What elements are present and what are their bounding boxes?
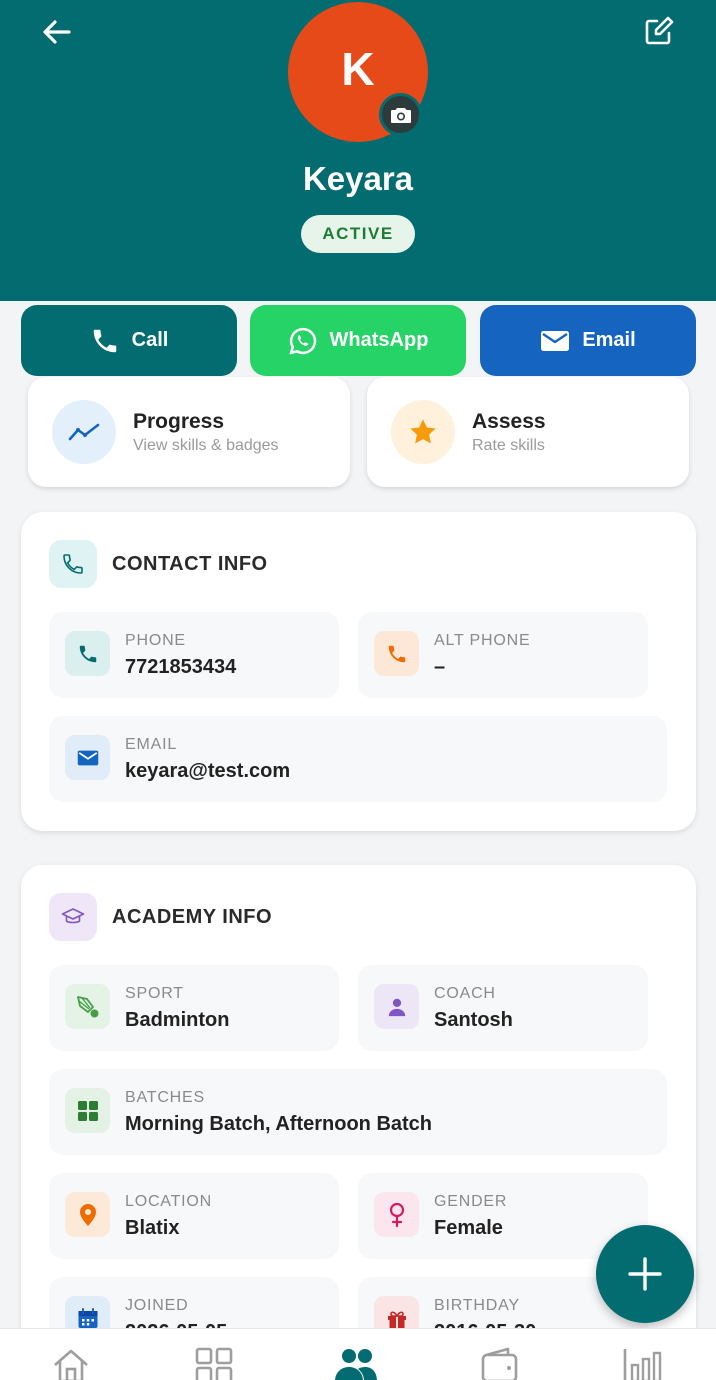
wallet-icon: [481, 1347, 518, 1380]
phone-tile[interactable]: PHONE 7721853434: [49, 612, 339, 698]
call-button-label: Call: [131, 329, 169, 351]
progress-card-subtitle: View skills & badges: [133, 437, 279, 454]
person-icon: [374, 984, 419, 1029]
student-name: Keyara: [302, 160, 414, 197]
star-icon: [391, 400, 455, 464]
phone-outline-icon: [49, 540, 97, 588]
camera-icon: [390, 107, 411, 123]
nav-students[interactable]: [333, 1347, 379, 1380]
academy-info-title: ACADEMY INFO: [112, 906, 273, 928]
progress-card-title: Progress: [133, 410, 225, 433]
bottom-nav: [0, 1328, 716, 1380]
contact-info-title: CONTACT INFO: [112, 553, 268, 575]
plus-icon: [628, 1257, 662, 1291]
back-button[interactable]: [36, 12, 78, 52]
trend-icon: [52, 400, 116, 464]
whatsapp-icon: [288, 327, 316, 355]
status-badge: ACTIVE: [301, 215, 415, 253]
alt-phone-tile[interactable]: ALT PHONE –: [358, 612, 648, 698]
email-label: EMAIL: [125, 736, 178, 753]
nav-dashboard[interactable]: [191, 1347, 237, 1380]
batches-tile: BATCHES Morning Batch, Afternoon Batch: [49, 1069, 667, 1155]
add-button[interactable]: [596, 1225, 694, 1323]
change-photo-button[interactable]: [379, 93, 422, 136]
assess-card-title: Assess: [472, 410, 546, 433]
coach-label: COACH: [434, 985, 496, 1002]
progress-card[interactable]: Progress View skills & badges: [28, 377, 350, 487]
mail-icon: [541, 330, 570, 351]
location-value: Blatix: [125, 1217, 180, 1239]
batches-value: Morning Batch, Afternoon Batch: [125, 1113, 433, 1135]
coach-tile: COACH Santosh: [358, 965, 648, 1051]
assess-card-subtitle: Rate skills: [472, 437, 545, 454]
sport-tile: SPORT Badminton: [49, 965, 339, 1051]
sport-value: Badminton: [125, 1009, 230, 1031]
assess-card[interactable]: Assess Rate skills: [367, 377, 689, 487]
whatsapp-button-label: WhatsApp: [329, 329, 429, 351]
shuttlecock-icon: [65, 984, 110, 1029]
mail-icon: [65, 735, 110, 780]
people-icon: [335, 1349, 377, 1380]
grid-icon: [65, 1088, 110, 1133]
edit-profile-button[interactable]: [638, 10, 680, 52]
gender-label: GENDER: [434, 1193, 508, 1210]
alt-phone-label: ALT PHONE: [434, 632, 531, 649]
joined-label: JOINED: [125, 1297, 189, 1314]
bar-chart-icon: [623, 1349, 662, 1380]
academy-info-section: ACADEMY INFO SPORT Badminton COACH Santo…: [21, 865, 696, 1380]
email-tile[interactable]: EMAIL keyara@test.com: [49, 716, 667, 802]
email-value: keyara@test.com: [125, 760, 291, 782]
email-button-label: Email: [582, 329, 636, 351]
phone-label: PHONE: [125, 632, 186, 649]
phone-icon: [65, 631, 110, 676]
edit-icon: [645, 16, 674, 45]
sport-label: SPORT: [125, 985, 184, 1002]
contact-info-section: CONTACT INFO PHONE 7721853434 ALT PHONE …: [21, 512, 696, 831]
nav-reports[interactable]: [620, 1347, 666, 1380]
alt-phone-value: –: [434, 656, 446, 678]
phone-icon: [93, 329, 116, 352]
location-tile: LOCATION Blatix: [49, 1173, 339, 1259]
whatsapp-button[interactable]: WhatsApp: [250, 305, 466, 376]
coach-value: Santosh: [434, 1009, 513, 1031]
location-pin-icon: [65, 1192, 110, 1237]
nav-wallet[interactable]: [477, 1347, 523, 1380]
profile-header: K Keyara ACTIVE: [0, 0, 716, 301]
email-button[interactable]: Email: [480, 305, 696, 376]
birthday-label: BIRTHDAY: [434, 1297, 520, 1314]
arrow-left-icon: [43, 20, 71, 44]
location-label: LOCATION: [125, 1193, 213, 1210]
home-icon: [54, 1349, 88, 1380]
gender-value: Female: [434, 1217, 503, 1239]
alt-phone-icon: [374, 631, 419, 676]
female-icon: [374, 1192, 419, 1237]
nav-home[interactable]: [48, 1347, 94, 1380]
phone-value: 7721853434: [125, 656, 237, 678]
call-button[interactable]: Call: [21, 305, 237, 376]
batches-label: BATCHES: [125, 1089, 205, 1106]
dashboard-grid-icon: [195, 1347, 233, 1380]
graduation-cap-icon: [49, 893, 97, 941]
